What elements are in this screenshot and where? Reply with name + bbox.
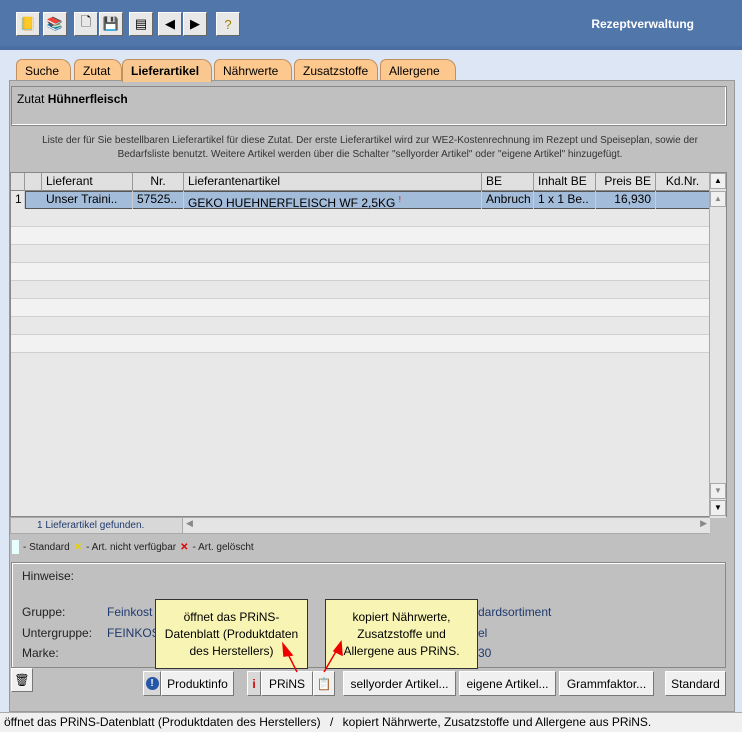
cell-artikel: GEKO HUEHNERFLEISCH WF 2,5KG [188, 196, 396, 209]
result-count: 1 Lieferartikel gefunden. [37, 520, 145, 531]
cell-be: Anbruch [482, 191, 534, 209]
tooltip-prins: öffnet das PRiNS-Datenblatt (Produktdate… [155, 599, 308, 669]
cell-preis: 16,930 [596, 191, 656, 209]
zutat-label: Zutat [17, 92, 45, 106]
app-title: Rezeptverwaltung [591, 17, 694, 31]
table-footer: 1 Lieferartikel gefunden. ◀ ▶ [10, 517, 710, 534]
prins-button[interactable]: PRiNS [261, 671, 313, 696]
scroll-bottom-icon[interactable]: ▼ [710, 500, 726, 516]
legend-unavailable: - Art. nicht verfügbar [86, 541, 177, 553]
marker-icon: ! [398, 195, 401, 204]
save-icon[interactable]: 💾 [99, 12, 123, 36]
delete-trash-icon[interactable]: 🗑 [11, 668, 33, 692]
col-inhalt[interactable]: Inhalt BE [534, 173, 596, 191]
back-arrow-icon[interactable]: ◀ [158, 12, 182, 36]
tooltip-copy: kopiert Nährwerte, Zusatzstoffe und Alle… [325, 599, 478, 669]
col-nr[interactable]: Nr. [133, 173, 184, 191]
deleted-x-icon: ✕ [180, 541, 189, 553]
tab-lieferartikel[interactable]: Lieferartikel [122, 59, 212, 82]
header-bar: 📒 📚 🗋 💾 ▤ ◀ ▶ ? Rezeptverwaltung [0, 0, 742, 50]
eigene-artikel-button[interactable]: eigene Artikel... [459, 671, 556, 696]
horizontal-scrollbar[interactable]: ◀ ▶ [182, 518, 710, 533]
lieferartikel-table: Lieferant Nr. Lieferantenartikel BE Inha… [10, 172, 727, 518]
untergruppe-right-value: el [478, 626, 488, 640]
row-index: 1 [11, 191, 25, 209]
cell-inhalt: 1 x 1 Be.. [534, 191, 596, 209]
col-kdnr[interactable]: Kd.Nr. [656, 173, 710, 191]
books-icon[interactable]: 📚 [43, 12, 67, 36]
zutat-name: Hühnerfleisch [47, 92, 128, 106]
legend: - Standard ✕ - Art. nicht verfügbar ✕ - … [12, 540, 254, 554]
scroll-down-icon[interactable]: ▼ [710, 483, 726, 499]
zutat-box: Zutat Hühnerfleisch [11, 86, 727, 126]
status-left: öffnet das PRiNS-Datenblatt (Produktdate… [4, 715, 321, 729]
tab-allergene[interactable]: Allergene [380, 59, 456, 81]
forward-arrow-icon[interactable]: ▶ [183, 12, 207, 36]
status-separator: / [329, 715, 334, 729]
prins-info-icon[interactable]: i [247, 671, 261, 696]
cell-nr: 57525.. [133, 191, 184, 209]
table-row[interactable]: 1 Unser Traini.. 57525.. GEKO HUEHNERFLE… [11, 191, 710, 209]
unavailable-x-icon: ✕ [73, 541, 83, 553]
col-lieferant[interactable]: Lieferant [42, 173, 133, 191]
new-document-icon[interactable]: 🗋 [74, 12, 98, 36]
add-list-icon[interactable]: ▤ [129, 12, 153, 36]
produktinfo-button[interactable]: Produktinfo [161, 671, 234, 696]
status-bar: öffnet das PRiNS-Datenblatt (Produktdate… [0, 712, 742, 732]
marke-right-value: 30 [478, 646, 492, 660]
description-line: Liste der für Sie bestellbaren Lieferart… [42, 135, 698, 146]
scroll-top-icon[interactable]: ▲ [710, 173, 726, 189]
table-header: Lieferant Nr. Lieferantenartikel BE Inha… [11, 173, 710, 191]
tab-naehrwerte[interactable]: Nährwerte [214, 59, 292, 81]
untergruppe-label: Untergruppe: [22, 626, 93, 640]
tab-zutat[interactable]: Zutat [74, 59, 122, 81]
sortiment-value: dardsortiment [478, 605, 552, 619]
scroll-right-icon[interactable]: ▶ [700, 518, 707, 529]
book-icon[interactable]: 📒 [16, 12, 40, 36]
cell-lieferant: Unser Traini.. [42, 191, 133, 209]
info-icon[interactable]: ! [143, 671, 161, 696]
standard-button[interactable]: Standard [665, 671, 726, 696]
copy-icon[interactable]: 📋 [313, 671, 335, 696]
gruppe-label: Gruppe: [22, 605, 66, 619]
marke-label: Marke: [22, 646, 59, 660]
scroll-up-icon[interactable]: ▲ [710, 191, 726, 207]
legend-standard: - Standard [23, 541, 70, 553]
status-right: kopiert Nährwerte, Zusatzstoffe und Alle… [342, 715, 652, 729]
standard-swatch-icon [12, 540, 19, 554]
tab-zusatzstoffe[interactable]: Zusatzstoffe [294, 59, 378, 81]
col-be[interactable]: BE [482, 173, 534, 191]
col-artikel[interactable]: Lieferantenartikel [184, 173, 482, 191]
grammfaktor-button[interactable]: Grammfaktor... [559, 671, 654, 696]
sellyorder-artikel-button[interactable]: sellyorder Artikel... [343, 671, 456, 696]
untergruppe-value: FEINKOS [107, 626, 160, 640]
cell-kdnr [656, 191, 710, 209]
help-icon[interactable]: ? [216, 12, 240, 36]
col-preis[interactable]: Preis BE [596, 173, 656, 191]
vertical-scrollbar[interactable]: ▲ ▲ ▼ ▼ [709, 173, 726, 518]
legend-deleted: - Art. gelöscht [192, 541, 254, 553]
scroll-left-icon[interactable]: ◀ [186, 518, 193, 529]
tab-suche[interactable]: Suche [16, 59, 71, 81]
hinweise-label: Hinweise: [22, 569, 75, 583]
description: Liste der für Sie bestellbaren Lieferart… [14, 134, 726, 162]
description-line: Bedarfsliste benutzt. Weitere Artikel we… [117, 149, 623, 160]
gruppe-value: Feinkost [107, 605, 153, 619]
